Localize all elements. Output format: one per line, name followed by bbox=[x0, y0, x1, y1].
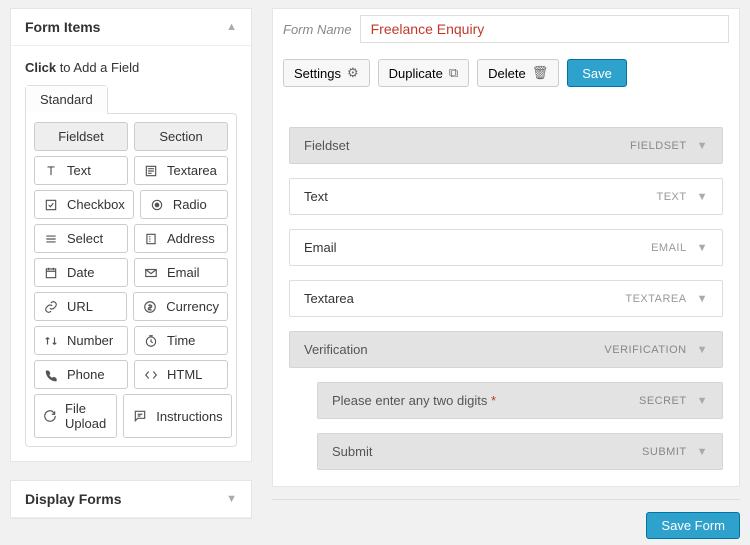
click-add-hint: Click to Add a Field bbox=[25, 60, 237, 75]
form-name-label: Form Name bbox=[283, 22, 352, 37]
add-file-upload[interactable]: File Upload bbox=[34, 394, 117, 438]
currency-icon bbox=[142, 300, 158, 314]
tab-standard[interactable]: Standard bbox=[26, 86, 107, 114]
settings-button[interactable]: Settings⚙ bbox=[283, 59, 370, 87]
chevron-down-icon bbox=[697, 395, 708, 407]
add-phone[interactable]: Phone bbox=[34, 360, 128, 389]
chevron-down-icon bbox=[697, 140, 708, 152]
delete-button[interactable]: Delete🗑 bbox=[477, 59, 559, 87]
add-section[interactable]: Section bbox=[134, 122, 228, 151]
address-icon bbox=[143, 232, 159, 246]
field-row-textarea[interactable]: TextareaTEXTAREA bbox=[289, 280, 723, 317]
display-forms-title: Display Forms bbox=[25, 491, 121, 507]
display-forms-panel: Display Forms bbox=[10, 480, 252, 519]
add-checkbox[interactable]: Checkbox bbox=[34, 190, 134, 219]
field-row-fieldset[interactable]: FieldsetFIELDSET bbox=[289, 127, 723, 164]
add-number[interactable]: Number bbox=[34, 326, 128, 355]
add-date[interactable]: Date bbox=[34, 258, 128, 287]
number-icon bbox=[43, 334, 59, 348]
save-form-button[interactable]: Save Form bbox=[646, 512, 740, 539]
form-items-title: Form Items bbox=[25, 19, 100, 35]
gear-icon: ⚙ bbox=[347, 65, 359, 81]
radio-icon bbox=[149, 198, 165, 212]
add-email[interactable]: Email bbox=[134, 258, 228, 287]
add-url[interactable]: URL bbox=[34, 292, 127, 321]
textarea-icon bbox=[143, 164, 159, 178]
form-items-header[interactable]: Form Items bbox=[11, 9, 251, 46]
copy-icon: ⧉ bbox=[449, 65, 458, 81]
add-instructions[interactable]: Instructions bbox=[123, 394, 231, 438]
text-icon bbox=[43, 164, 59, 178]
html-icon bbox=[143, 368, 159, 382]
chevron-down-icon bbox=[697, 293, 708, 305]
add-radio[interactable]: Radio bbox=[140, 190, 228, 219]
trash-icon: 🗑 bbox=[532, 65, 549, 81]
url-icon bbox=[43, 300, 59, 314]
phone-icon bbox=[43, 368, 59, 382]
field-row-text[interactable]: TextTEXT bbox=[289, 178, 723, 215]
display-forms-header[interactable]: Display Forms bbox=[11, 481, 251, 518]
add-address[interactable]: Address bbox=[134, 224, 228, 253]
save-button[interactable]: Save bbox=[567, 59, 627, 87]
time-icon bbox=[143, 334, 159, 348]
date-icon bbox=[43, 266, 59, 280]
form-items-panel: Form Items Click to Add a Field Standard… bbox=[10, 8, 252, 462]
file-upload-icon bbox=[43, 409, 57, 423]
instructions-icon bbox=[132, 409, 148, 423]
collapse-icon bbox=[226, 21, 237, 33]
field-row-submit[interactable]: Submit SUBMIT bbox=[317, 433, 723, 470]
checkbox-icon bbox=[43, 198, 59, 212]
chevron-down-icon bbox=[697, 242, 708, 254]
add-time[interactable]: Time bbox=[134, 326, 228, 355]
duplicate-button[interactable]: Duplicate⧉ bbox=[378, 59, 470, 87]
expand-icon bbox=[226, 493, 237, 505]
chevron-down-icon bbox=[697, 344, 708, 356]
add-fieldset[interactable]: Fieldset bbox=[34, 122, 128, 151]
form-editor-panel: Form Name Settings⚙ Duplicate⧉ Delete🗑 S… bbox=[272, 8, 740, 487]
add-html[interactable]: HTML bbox=[134, 360, 228, 389]
field-row-email[interactable]: EmailEMAIL bbox=[289, 229, 723, 266]
field-row-secret[interactable]: Please enter any two digits * SECRET bbox=[317, 382, 723, 419]
form-canvas: FieldsetFIELDSET TextTEXT EmailEMAIL Textar… bbox=[273, 97, 739, 486]
add-currency[interactable]: Currency bbox=[133, 292, 228, 321]
field-row-verification[interactable]: VerificationVERIFICATION bbox=[289, 331, 723, 368]
add-select[interactable]: Select bbox=[34, 224, 128, 253]
select-icon bbox=[43, 232, 59, 246]
email-icon bbox=[143, 266, 159, 280]
chevron-down-icon bbox=[697, 191, 708, 203]
form-name-input[interactable] bbox=[360, 15, 729, 43]
chevron-down-icon bbox=[697, 446, 708, 458]
field-table: Fieldset Section TextTextareaCheckboxRad… bbox=[25, 113, 237, 447]
add-textarea[interactable]: Textarea bbox=[134, 156, 228, 185]
add-text[interactable]: Text bbox=[34, 156, 128, 185]
